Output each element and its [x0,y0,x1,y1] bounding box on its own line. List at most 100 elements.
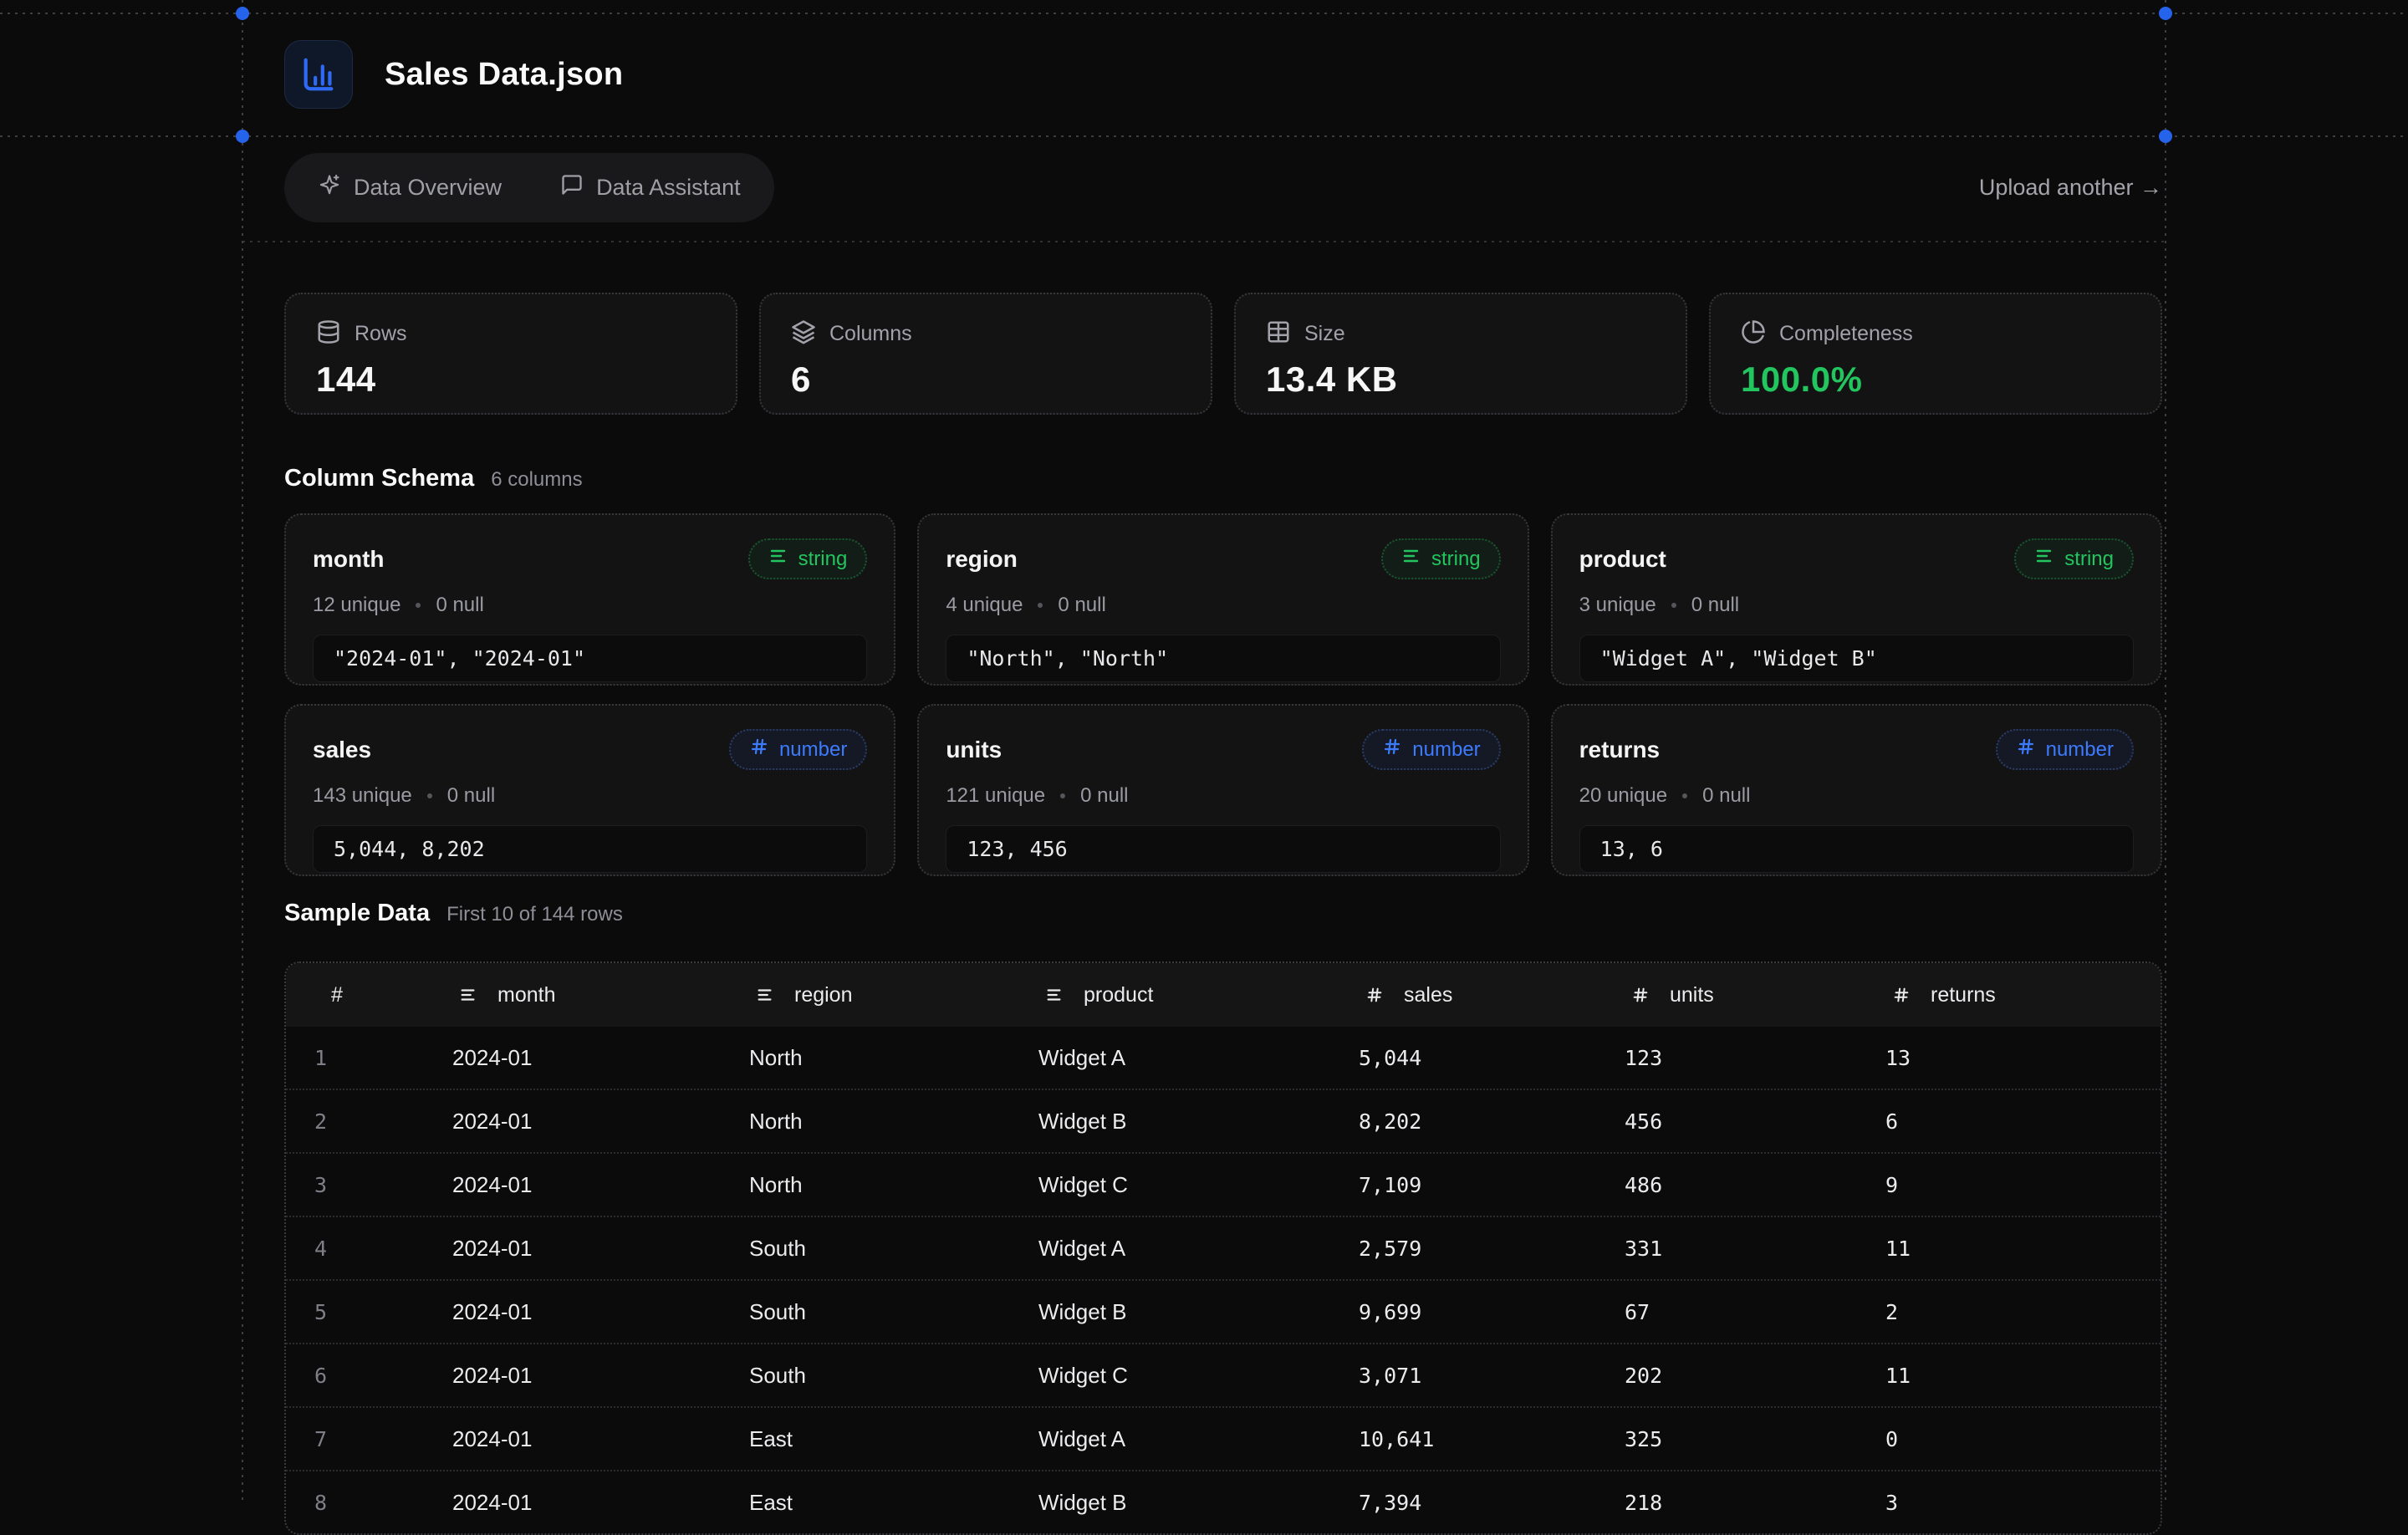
schema-column-card: sales number 143 unique 0 null 5,044, 8,… [284,704,895,876]
cell-returns: 6 [1885,1109,2161,1134]
column-type-icon [286,979,318,1011]
cell-region: South [749,1363,1038,1389]
cell-product: Widget C [1038,1172,1359,1198]
cell-index: 6 [286,1364,452,1388]
cell-region: East [749,1490,1038,1516]
sample-values: "Widget A", "Widget B" [1579,635,2134,682]
column-name: units [946,737,1002,763]
null-count: 0 null [1702,784,1750,808]
page-title: Sales Data.json [385,57,623,93]
column-header-label: returns [1931,983,1996,1007]
column-name: sales [313,737,371,763]
cell-product: Widget B [1038,1490,1359,1516]
stat-card: Columns 6 [759,293,1212,415]
cell-product: Widget C [1038,1363,1359,1389]
cell-product: Widget A [1038,1426,1359,1452]
cell-sales: 7,109 [1359,1173,1625,1197]
cell-sales: 5,044 [1359,1046,1625,1070]
stat-label: Rows [355,322,407,346]
cell-index: 2 [286,1109,452,1134]
sample-values: "North", "North" [946,635,1500,682]
unique-count: 12 unique [313,594,400,617]
stat-card: Size 13.4 KB [1234,293,1687,415]
cell-units: 67 [1625,1300,1885,1324]
type-badge: number [1996,729,2134,770]
table-row: 32024-01NorthWidget C7,1094869 [286,1152,2161,1216]
cell-region: South [749,1236,1038,1262]
dot-separator [1671,603,1676,608]
cell-index: 7 [286,1427,452,1451]
column-header-label: # [331,983,343,1007]
cell-region: North [749,1172,1038,1198]
cell-month: 2024-01 [452,1236,749,1262]
unique-count: 121 unique [946,784,1045,808]
stat-value: 13.4 KB [1266,360,1656,400]
stat-card: Completeness 100.0% [1709,293,2162,415]
cell-returns: 0 [1885,1427,2161,1451]
table-row: 82024-01EastWidget B7,3942183 [286,1470,2161,1533]
column-header[interactable]: units [1625,979,1885,1011]
cell-product: Widget A [1038,1045,1359,1071]
stat-value: 100.0% [1741,360,2130,400]
stat-card: Rows 144 [284,293,737,415]
type-icon [2034,546,2054,572]
cell-sales: 3,071 [1359,1364,1625,1388]
cell-units: 202 [1625,1364,1885,1388]
tab[interactable]: Data Overview [291,160,528,216]
stats-row: Rows 144 Columns 6 Size 13.4 KB Complete… [284,293,2162,415]
dot-separator [1682,793,1687,798]
cell-month: 2024-01 [452,1109,749,1135]
cell-units: 123 [1625,1046,1885,1070]
type-icon [749,737,769,762]
cell-sales: 9,699 [1359,1300,1625,1324]
null-count: 0 null [447,784,495,808]
type-badge: number [729,729,867,770]
stat-value: 144 [316,360,706,400]
type-label: string [798,548,848,571]
sample-data-table: # month region product sales units retur… [284,961,2162,1535]
unique-count: 3 unique [1579,594,1656,617]
column-header-label: product [1084,983,1153,1007]
cell-index: 1 [286,1046,452,1070]
cell-returns: 13 [1885,1046,2161,1070]
schema-grid: month string 12 unique 0 null "2024-01",… [284,513,2162,876]
column-header[interactable]: returns [1885,979,2161,1011]
schema-column-card: month string 12 unique 0 null "2024-01",… [284,513,895,686]
null-count: 0 null [1080,784,1128,808]
type-badge: string [2014,538,2134,579]
type-icon [1382,737,1402,762]
column-name: month [313,546,385,573]
tab[interactable]: Data Assistant [533,160,768,216]
column-type-icon [1038,979,1070,1011]
cell-region: North [749,1045,1038,1071]
cell-region: North [749,1109,1038,1135]
column-header[interactable]: month [452,979,749,1011]
table-row: 42024-01SouthWidget A2,57933111 [286,1216,2161,1279]
column-header[interactable]: region [749,979,1038,1011]
tab-label: Data Overview [354,175,502,201]
stat-icon [316,319,341,349]
cell-index: 4 [286,1237,452,1261]
stat-icon [1266,319,1291,349]
column-name: region [946,546,1018,573]
cell-region: South [749,1299,1038,1325]
upload-another-link[interactable]: Upload another → [1979,175,2162,201]
schema-column-card: units number 121 unique 0 null 123, 456 [917,704,1528,876]
column-header[interactable]: # [286,979,452,1011]
sample-values: 13, 6 [1579,825,2134,873]
column-header[interactable]: product [1038,979,1359,1011]
type-icon [768,546,788,572]
schema-column-card: product string 3 unique 0 null "Widget A… [1551,513,2162,686]
sample-section-title: Sample Data [284,900,430,927]
sample-values: 123, 456 [946,825,1500,873]
column-type-icon [1359,979,1390,1011]
cell-sales: 10,641 [1359,1427,1625,1451]
cell-units: 331 [1625,1237,1885,1261]
schema-section-subtitle: 6 columns [491,468,582,492]
unique-count: 4 unique [946,594,1023,617]
schema-section-head: Column Schema 6 columns [284,465,583,492]
tab-group: Data Overview Data Assistant [284,153,774,222]
stat-value: 6 [791,360,1181,400]
cell-units: 456 [1625,1109,1885,1134]
column-header[interactable]: sales [1359,979,1625,1011]
